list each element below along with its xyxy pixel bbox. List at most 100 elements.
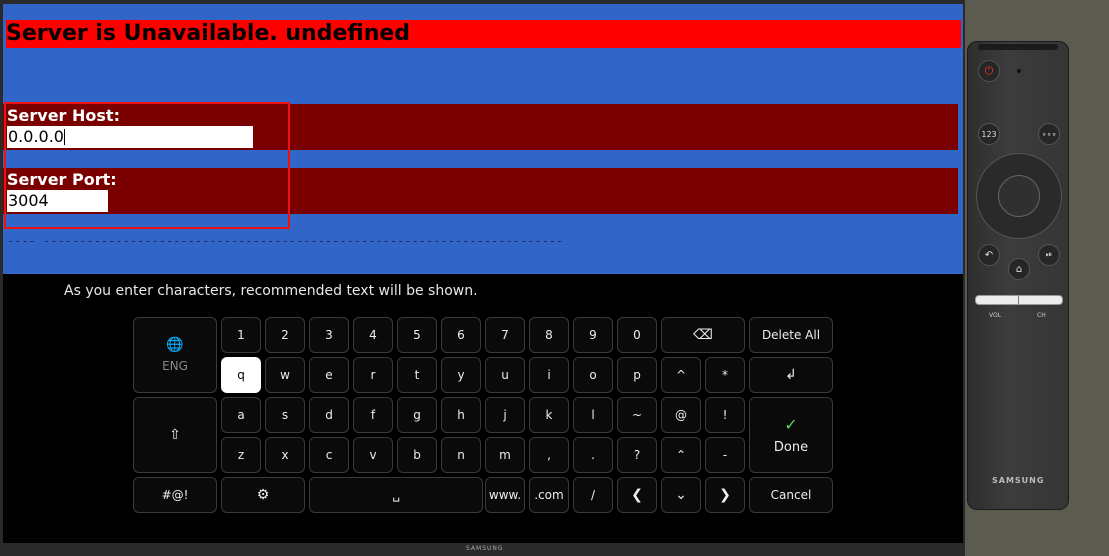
key-1-2[interactable]: e — [309, 357, 349, 393]
key-2-1[interactable]: s — [265, 397, 305, 433]
color-button[interactable]: ∘∘∘ — [1038, 123, 1060, 145]
enter-key[interactable]: ↲ — [749, 357, 833, 393]
key-1-1[interactable]: w — [265, 357, 305, 393]
home-button[interactable]: ⌂ — [1008, 258, 1030, 280]
channel-label: CH — [1037, 312, 1046, 319]
play-pause-icon: ⏯ — [1045, 250, 1053, 259]
key-2-11[interactable]: ! — [705, 397, 745, 433]
backspace-icon: ⌫ — [693, 327, 713, 343]
key-0-6[interactable]: 7 — [485, 317, 525, 353]
cursor-right-key[interactable]: ❯ — [705, 477, 745, 513]
settings-key[interactable]: ⚙ — [221, 477, 305, 513]
space-key[interactable]: ␣ — [309, 477, 483, 513]
error-banner: Server is Unavailable. undefined — [6, 20, 961, 48]
key-3-5[interactable]: n — [441, 437, 481, 473]
key-2-6[interactable]: j — [485, 397, 525, 433]
number-button[interactable]: 123 — [978, 123, 1000, 145]
key-0-0[interactable]: 1 — [221, 317, 261, 353]
key-3-7[interactable]: , — [529, 437, 569, 473]
key-3-2[interactable]: c — [309, 437, 349, 473]
volume-channel-rocker[interactable] — [975, 295, 1063, 305]
key-1-4[interactable]: t — [397, 357, 437, 393]
power-button[interactable]: ⏻ — [978, 60, 1000, 82]
key-1-6[interactable]: u — [485, 357, 525, 393]
key-1-11[interactable]: * — [705, 357, 745, 393]
virtual-keyboard: As you enter characters, recommended tex… — [3, 274, 963, 543]
key-0-5[interactable]: 6 — [441, 317, 481, 353]
key-2-3[interactable]: f — [353, 397, 393, 433]
key-1-7[interactable]: i — [529, 357, 569, 393]
key-3-8[interactable]: . — [573, 437, 613, 473]
key-2-8[interactable]: l — [573, 397, 613, 433]
done-key[interactable]: ✓ Done — [749, 397, 833, 473]
language-key[interactable]: 🌐 ENG — [133, 317, 217, 393]
symbols-key[interactable]: #@! — [133, 477, 217, 513]
key-1-10[interactable]: ^ — [661, 357, 701, 393]
gear-icon: ⚙ — [256, 487, 270, 503]
key-1-3[interactable]: r — [353, 357, 393, 393]
tv-brand-logo: SAMSUNG — [466, 545, 504, 552]
play-pause-button[interactable]: ⏯ — [1038, 244, 1060, 266]
remote-brand-logo: SAMSUNG — [992, 476, 1045, 485]
cancel-key[interactable]: Cancel — [749, 477, 833, 513]
key-3-6[interactable]: m — [485, 437, 525, 473]
power-icon: ⏻ — [984, 64, 994, 77]
www-key[interactable]: www. — [485, 477, 525, 513]
key-3-9[interactable]: ? — [617, 437, 657, 473]
key-1-5[interactable]: y — [441, 357, 481, 393]
key-3-3[interactable]: v — [353, 437, 393, 473]
key-0-1[interactable]: 2 — [265, 317, 305, 353]
done-label: Done — [773, 440, 809, 455]
focus-highlight — [4, 102, 290, 229]
keyboard-hint: As you enter characters, recommended tex… — [64, 283, 478, 299]
home-icon: ⌂ — [1015, 263, 1023, 275]
key-0-2[interactable]: 3 — [309, 317, 349, 353]
space-icon: ␣ — [392, 488, 400, 502]
rocker-divider — [1018, 296, 1019, 304]
key-3-1[interactable]: x — [265, 437, 305, 473]
key-0-8[interactable]: 9 — [573, 317, 613, 353]
cursor-down-key[interactable]: ⌄ — [661, 477, 701, 513]
shift-key[interactable]: ⇧ — [133, 397, 217, 473]
key-1-0[interactable]: q — [221, 357, 261, 393]
key-1-9[interactable]: p — [617, 357, 657, 393]
key-2-2[interactable]: d — [309, 397, 349, 433]
enter-icon: ↲ — [785, 367, 797, 383]
globe-icon: 🌐 — [166, 337, 184, 353]
ir-sensor — [1017, 69, 1021, 73]
tv-frame: Server is Unavailable. undefined Server … — [0, 0, 965, 556]
key-2-10[interactable]: @ — [661, 397, 701, 433]
key-2-4[interactable]: g — [397, 397, 437, 433]
volume-label: VOL — [989, 312, 1002, 319]
shift-icon: ⇧ — [169, 427, 181, 443]
key-0-9[interactable]: 0 — [617, 317, 657, 353]
backspace-key[interactable]: ⌫ — [661, 317, 745, 353]
key-0-7[interactable]: 8 — [529, 317, 569, 353]
key-3-0[interactable]: z — [221, 437, 261, 473]
chevron-left-icon: ❮ — [631, 487, 643, 503]
color-dots-icon: ∘∘∘ — [1041, 129, 1057, 139]
delete-all-key[interactable]: Delete All — [749, 317, 833, 353]
back-button[interactable]: ↶ — [978, 244, 1000, 266]
dpad-select-button[interactable] — [998, 175, 1040, 217]
tv-remote: ⏻ 123 ∘∘∘ ↶ ⌂ ⏯ VOL CH SAMSUNG — [967, 41, 1069, 510]
slash-key[interactable]: / — [573, 477, 613, 513]
key-2-5[interactable]: h — [441, 397, 481, 433]
remote-top-strip — [978, 44, 1058, 50]
chevron-right-icon: ❯ — [719, 487, 731, 503]
cursor-left-key[interactable]: ❮ — [617, 477, 657, 513]
chevron-down-icon: ⌄ — [675, 487, 687, 503]
key-3-10[interactable]: ⌃ — [661, 437, 701, 473]
return-icon: ↶ — [984, 249, 994, 261]
key-3-4[interactable]: b — [397, 437, 437, 473]
key-1-8[interactable]: o — [573, 357, 613, 393]
checkmark-icon: ✓ — [784, 415, 798, 434]
tv-screen: Server is Unavailable. undefined Server … — [3, 4, 963, 543]
key-0-3[interactable]: 4 — [353, 317, 393, 353]
key-2-9[interactable]: ~ — [617, 397, 657, 433]
com-key[interactable]: .com — [529, 477, 569, 513]
key-3-11[interactable]: - — [705, 437, 745, 473]
key-2-0[interactable]: a — [221, 397, 261, 433]
key-0-4[interactable]: 5 — [397, 317, 437, 353]
key-2-7[interactable]: k — [529, 397, 569, 433]
